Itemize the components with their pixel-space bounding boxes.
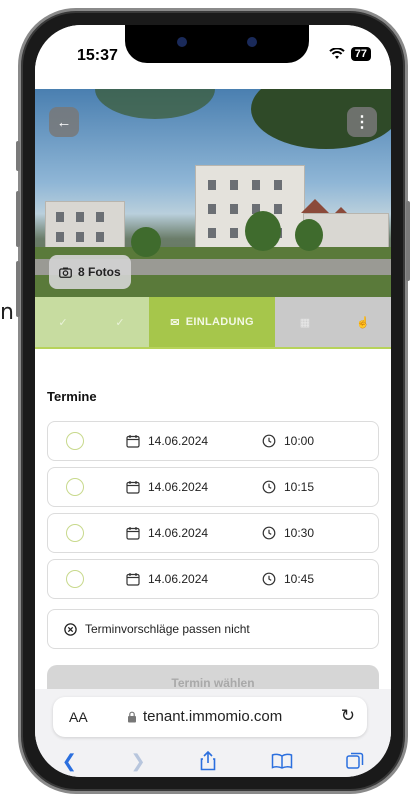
appointment-option[interactable]: 14.06.2024 10:30 — [47, 513, 379, 553]
mute-switch — [16, 141, 20, 171]
clock-icon — [262, 480, 276, 494]
step-appointment: ▦ — [275, 297, 335, 347]
phone-screen: 15:37 77 ← ⋮ 8 Fotos ✓ ✓ ✉ EINLADUNG ▦ ☝… — [35, 25, 391, 777]
slot-date-text: 14.06.2024 — [148, 434, 209, 448]
clock-icon — [262, 526, 276, 540]
wifi-icon — [329, 48, 345, 59]
slot-time-text: 10:15 — [284, 480, 315, 494]
radio-button[interactable] — [66, 524, 84, 542]
clock-icon — [262, 434, 276, 448]
foliage-shape — [95, 89, 215, 119]
step-invitation: ✉ EINLADUNG — [149, 297, 275, 347]
calendar-icon — [126, 573, 140, 586]
camera-dot — [177, 37, 187, 47]
calendar-icon — [126, 435, 140, 448]
radio-button[interactable] — [66, 478, 84, 496]
background-letter: n — [0, 300, 14, 325]
lock-icon — [128, 711, 136, 722]
decline-label: Terminvorschläge passen nicht — [85, 622, 250, 636]
url-text: tenant.immomio.com — [143, 708, 283, 725]
appointment-section: Termine 14.06.2024 10:00 14.06.2024 10:1… — [35, 347, 391, 687]
reload-icon[interactable]: ↻ — [341, 706, 355, 726]
check-icon: ✓ — [115, 316, 125, 329]
arrow-left-icon: ← — [56, 113, 72, 131]
photo-count-label: 8 Fotos — [78, 265, 121, 279]
decline-suggestions-button[interactable]: Terminvorschläge passen nicht — [47, 609, 379, 649]
appointment-option[interactable]: 14.06.2024 10:15 — [47, 467, 379, 507]
phone-frame: 15:37 77 ← ⋮ 8 Fotos ✓ ✓ ✉ EINLADUNG ▦ ☝… — [16, 8, 410, 794]
progress-steps: ✓ ✓ ✉ EINLADUNG ▦ ☝ — [35, 297, 391, 347]
slot-time-text: 10:30 — [284, 526, 315, 540]
calendar-icon — [126, 481, 140, 494]
section-title: Termine — [47, 389, 97, 404]
check-icon: ✓ — [58, 316, 68, 329]
roof-shape — [301, 199, 329, 213]
tree-shape — [295, 219, 323, 251]
volume-up-button — [16, 191, 20, 247]
bookmarks-icon[interactable] — [271, 753, 293, 769]
camera-icon — [59, 267, 72, 278]
step-confirm: ☝ — [335, 297, 391, 347]
radio-button[interactable] — [66, 570, 84, 588]
slot-date: 14.06.2024 — [126, 572, 208, 586]
status-icons: 77 — [329, 47, 371, 61]
appointment-option[interactable]: 14.06.2024 10:45 — [47, 559, 379, 599]
stage: n 15:37 77 ← ⋮ 8 Fotos ✓ ✓ ✉ EINLADUNG ▦… — [0, 0, 412, 796]
thumbs-up-icon: ☝ — [356, 316, 370, 329]
radio-button[interactable] — [66, 432, 84, 450]
slot-time-text: 10:45 — [284, 572, 315, 586]
photo-gallery-button[interactable]: 8 Fotos — [49, 255, 131, 289]
mail-icon: ✉ — [170, 316, 180, 329]
more-options-button[interactable]: ⋮ — [347, 107, 377, 137]
slot-time: 10:45 — [262, 572, 314, 586]
appointment-option[interactable]: 14.06.2024 10:00 — [47, 421, 379, 461]
slot-date-text: 14.06.2024 — [148, 480, 209, 494]
sensor-dot — [247, 37, 257, 47]
step-1: ✓ — [35, 297, 91, 347]
slot-time: 10:00 — [262, 434, 314, 448]
more-vertical-icon: ⋮ — [354, 114, 370, 131]
reader-settings-button[interactable]: AA — [69, 709, 88, 725]
back-button[interactable]: ← — [49, 107, 79, 137]
share-icon[interactable] — [199, 751, 217, 771]
calendar-icon — [126, 527, 140, 540]
dynamic-island — [125, 25, 309, 63]
slot-date: 14.06.2024 — [126, 480, 208, 494]
slot-time: 10:15 — [262, 480, 314, 494]
calendar-icon: ▦ — [299, 316, 311, 329]
volume-down-button — [16, 261, 20, 317]
slot-date: 14.06.2024 — [126, 526, 208, 540]
step-invitation-label: EINLADUNG — [185, 316, 254, 328]
close-circle-icon — [64, 622, 77, 636]
url-display[interactable]: tenant.immomio.com — [127, 708, 282, 725]
slot-date-text: 14.06.2024 — [148, 526, 209, 540]
tree-shape — [131, 227, 161, 257]
browser-bar: AA tenant.immomio.com ↻ ❮ ❯ — [35, 689, 391, 777]
browser-toolbar: ❮ ❯ — [35, 747, 391, 775]
tabs-icon[interactable] — [346, 752, 364, 770]
power-button — [406, 201, 410, 281]
divider — [35, 347, 391, 349]
address-bar[interactable]: AA tenant.immomio.com ↻ — [53, 697, 367, 737]
property-photo[interactable]: ← ⋮ 8 Fotos — [35, 89, 391, 297]
tree-shape — [245, 211, 281, 251]
status-time: 15:37 — [77, 47, 118, 64]
clock-icon — [262, 572, 276, 586]
forward-arrow-icon[interactable]: ❯ — [130, 751, 145, 772]
slot-time-text: 10:00 — [284, 434, 315, 448]
slot-date-text: 14.06.2024 — [148, 572, 209, 586]
step-2: ✓ — [91, 297, 149, 347]
battery-indicator: 77 — [350, 47, 371, 61]
status-bar: 15:37 77 — [35, 25, 391, 89]
slot-date: 14.06.2024 — [126, 434, 208, 448]
back-arrow-icon[interactable]: ❮ — [62, 751, 77, 772]
slot-time: 10:30 — [262, 526, 314, 540]
